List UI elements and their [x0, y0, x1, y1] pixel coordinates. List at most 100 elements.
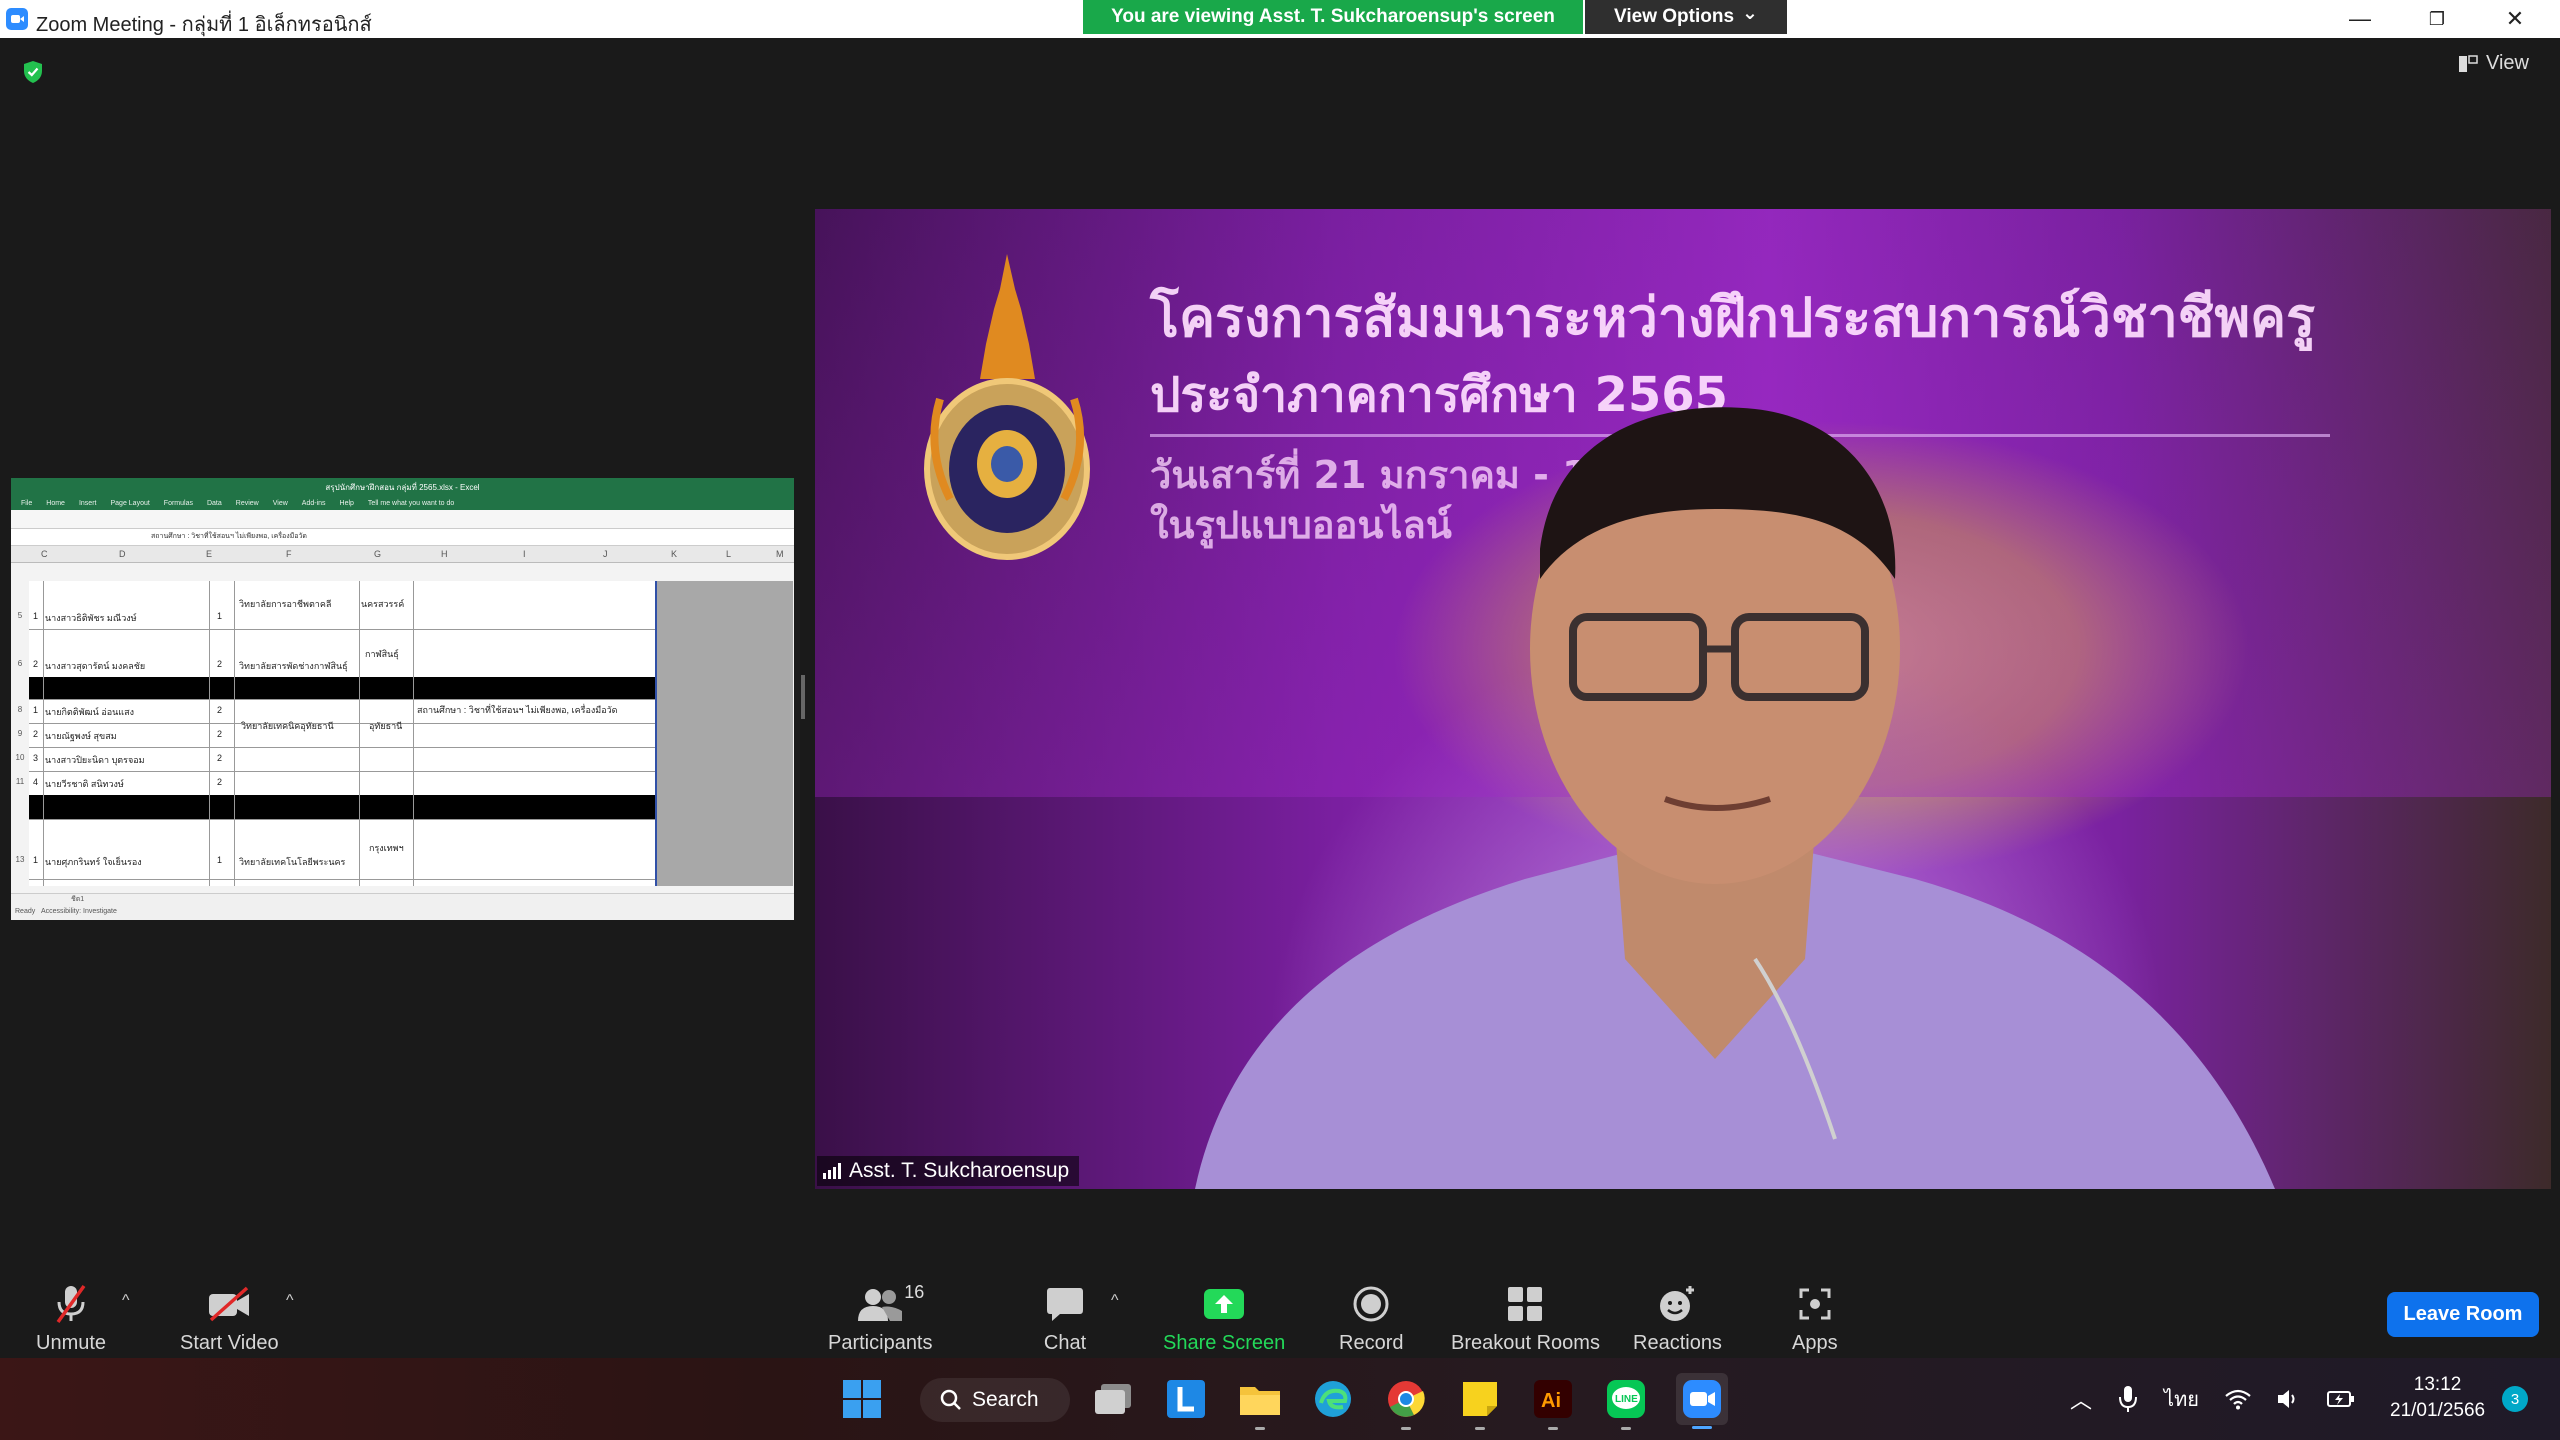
- taskbar-search[interactable]: Search: [920, 1378, 1070, 1422]
- video-options-caret[interactable]: ^: [286, 1292, 294, 1310]
- column-header: E: [206, 549, 213, 559]
- participants-icon: [858, 1289, 903, 1321]
- excel-menu-item: View: [272, 499, 288, 507]
- input-language[interactable]: ไทย: [2164, 1383, 2199, 1415]
- viewing-screen-banner: You are viewing Asst. T. Sukcharoensup's…: [1083, 0, 1583, 34]
- table-row: 11 4 นายวีรชาติ สนิทวงษ์ 2: [16, 771, 657, 796]
- video-camera-off-icon: [209, 1286, 250, 1322]
- panel-resize-handle[interactable]: [801, 675, 805, 719]
- excel-menu: File Home Insert Page Layout Formulas Da…: [11, 496, 794, 510]
- file-explorer-icon[interactable]: [1237, 1376, 1283, 1430]
- participant-name-label: Asst. T. Sukcharoensup: [817, 1156, 1080, 1186]
- excel-status-bar: ชีต1 Ready Accessibility: Investigate: [11, 893, 794, 920]
- reactions-smiley-icon: [1660, 1286, 1695, 1321]
- column-header: C: [41, 549, 48, 559]
- apps-icon: [1799, 1288, 1831, 1320]
- restore-button[interactable]: ❐: [2402, 0, 2472, 38]
- audio-options-caret[interactable]: ^: [122, 1292, 130, 1310]
- excel-formula-bar: สถานศึกษา : วิชาที่ใช้สอนฯ ไม่เพียงพอ, เ…: [11, 529, 794, 546]
- column-header: H: [441, 549, 448, 559]
- table-row: 5 1 นางสาวธิติพัชร มณีวงษ์ 1 วิทยาลัยการ…: [18, 581, 657, 630]
- excel-menu-item: Home: [46, 499, 65, 507]
- excel-column-headers: C D E F G H I J K L M: [11, 546, 794, 563]
- table-row: 6 2 นางสาวสุดารัตน์ มงคลชัย 2 วิทยาลัยสา…: [18, 629, 657, 678]
- meeting-toolbar: Unmute ^ Start Video ^ 16 Participants C…: [0, 1250, 2560, 1358]
- table-row-separator: [29, 677, 657, 700]
- windows-taskbar: Search Ai LINE ︿ ไทย 13:12 21/01/2566 3: [0, 1358, 2560, 1440]
- line-app-icon[interactable]: [1163, 1376, 1209, 1422]
- excel-menu-item: Tell me what you want to do: [367, 499, 455, 507]
- system-tray: ︿ ไทย: [2070, 1358, 2355, 1440]
- excel-menu-item: Data: [206, 499, 222, 507]
- clock-time: 13:12: [2413, 1374, 2462, 1395]
- close-button[interactable]: ✕: [2480, 0, 2550, 38]
- excel-menu-item: File: [21, 499, 33, 507]
- svg-text:Ai: Ai: [1541, 1390, 1561, 1412]
- record-icon: [1353, 1286, 1389, 1322]
- encryption-shield-icon[interactable]: [22, 60, 44, 84]
- chevron-down-icon: ⌄: [1742, 2, 1758, 24]
- column-header: G: [374, 549, 382, 559]
- excel-menu-item: Page Layout: [110, 499, 150, 507]
- zoom-app-icon[interactable]: [1676, 1373, 1728, 1429]
- table-row: 13 1 นายศุภกรินทร์ ใจเย็นรอง 1 วิทยาลัยเ…: [16, 819, 657, 880]
- start-video-button[interactable]: Start Video: [180, 1282, 279, 1355]
- excel-menu-item: Formulas: [163, 499, 193, 507]
- chrome-browser-icon[interactable]: [1383, 1376, 1429, 1430]
- reactions-button[interactable]: Reactions: [1633, 1282, 1722, 1355]
- chevron-up-icon[interactable]: ︿: [2070, 1383, 2092, 1415]
- chat-button[interactable]: Chat: [1043, 1282, 1087, 1355]
- active-speaker-video[interactable]: โครงการสัมมนาระหว่างฝึกประสบการณ์วิชาชีพ…: [815, 209, 2551, 1189]
- excel-grid: 5 1 นางสาวธิติพัชร มณีวงษ์ 1 วิทยาลัยการ…: [16, 581, 657, 886]
- excel-menu-item: Add-ins: [301, 499, 326, 507]
- table-row: 9 2 นายณัฐพงษ์ สุขสม 2 วิทยาลัยเทคนิคอุท…: [18, 721, 657, 748]
- table-row-separator: [29, 795, 657, 820]
- chat-icon: [1047, 1288, 1083, 1321]
- chat-options-caret[interactable]: ^: [1111, 1292, 1119, 1310]
- windows-start-icon[interactable]: [839, 1376, 885, 1422]
- microphone-in-use-icon[interactable]: [2118, 1384, 2138, 1414]
- participants-button[interactable]: 16 Participants: [828, 1282, 933, 1355]
- excel-menu-item: Review: [235, 499, 259, 507]
- system-clock[interactable]: 13:12 21/01/2566: [2390, 1372, 2485, 1424]
- share-screen-icon: [1204, 1289, 1245, 1319]
- participant-name: Asst. T. Sukcharoensup: [849, 1159, 1070, 1182]
- share-screen-button[interactable]: Share Screen: [1163, 1282, 1285, 1355]
- shared-screen-thumbnail[interactable]: สรุปนักศึกษาฝึกสอน กลุ่มที่ 2565.xlsx - …: [11, 478, 794, 920]
- column-header: J: [603, 549, 608, 559]
- view-label: View: [2486, 52, 2529, 74]
- leave-room-button[interactable]: Leave Room: [2387, 1292, 2539, 1337]
- excel-ribbon: [11, 510, 794, 529]
- apps-button[interactable]: Apps: [1792, 1282, 1838, 1355]
- view-options-button[interactable]: View Options ⌄: [1585, 0, 1787, 34]
- record-button[interactable]: Record: [1339, 1282, 1403, 1355]
- adobe-illustrator-icon[interactable]: Ai: [1530, 1376, 1576, 1430]
- unmute-button[interactable]: Unmute: [36, 1282, 106, 1355]
- column-header: F: [286, 549, 292, 559]
- participant-video-feed: [1195, 407, 2275, 1189]
- notification-badge[interactable]: 3: [2502, 1386, 2528, 1412]
- volume-icon[interactable]: [2277, 1388, 2301, 1410]
- excel-menu-item: Insert: [78, 499, 97, 507]
- window-title: Zoom Meeting - กลุ่มที่ 1 อิเล็กทรอนิกส์: [36, 14, 372, 36]
- wifi-icon[interactable]: [2225, 1388, 2251, 1410]
- university-seal-icon: [924, 254, 1090, 560]
- clock-date: 21/01/2566: [2390, 1400, 2486, 1421]
- minimize-button[interactable]: —: [2325, 0, 2395, 38]
- view-options-label: View Options: [1614, 6, 1735, 27]
- view-button[interactable]: View: [2458, 52, 2529, 75]
- excel-title: สรุปนักศึกษาฝึกสอน กลุ่มที่ 2565.xlsx - …: [11, 478, 794, 496]
- column-header: L: [726, 549, 732, 559]
- column-header: K: [671, 549, 678, 559]
- task-view-icon[interactable]: [1090, 1376, 1136, 1422]
- battery-charging-icon[interactable]: [2326, 1389, 2355, 1409]
- slide-line-1: โครงการสัมมนาระหว่างฝึกประสบการณ์วิชาชีพ…: [1150, 286, 2316, 349]
- breakout-rooms-button[interactable]: Breakout Rooms: [1451, 1282, 1600, 1355]
- line-chat-icon[interactable]: LINE: [1603, 1376, 1649, 1430]
- table-row: 10 3 นางสาวปิยะนิดา บุตรจอม 2: [16, 747, 657, 772]
- edge-browser-icon[interactable]: [1310, 1376, 1356, 1422]
- zoom-logo-icon: [6, 8, 28, 30]
- excel-empty-area: [657, 581, 793, 886]
- sticky-notes-icon[interactable]: [1457, 1376, 1503, 1430]
- grid-view-icon: [2459, 54, 2478, 72]
